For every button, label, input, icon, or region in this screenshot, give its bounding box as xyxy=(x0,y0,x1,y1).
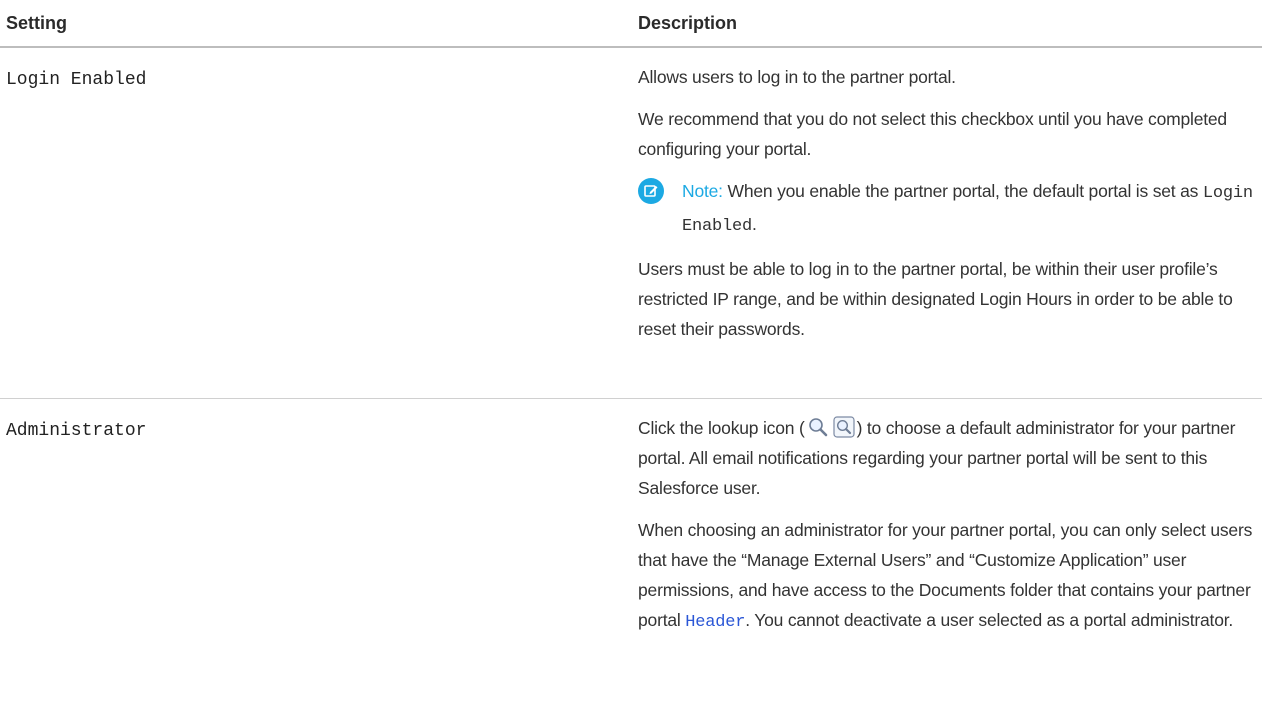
note-text: When you enable the partner portal, the … xyxy=(727,181,1203,201)
edit-pencil-icon xyxy=(638,178,664,204)
table-header: Setting Description xyxy=(0,0,1262,48)
description-paragraph: When choosing an administrator for your … xyxy=(638,515,1258,638)
table-row: Login Enabled Allows users to log in to … xyxy=(0,48,1262,399)
text-span: . You cannot deactivate a user selected … xyxy=(745,610,1234,630)
text-span: Click the lookup icon ( xyxy=(638,418,805,438)
header-link[interactable]: Header xyxy=(685,613,745,632)
header-description: Description xyxy=(638,13,738,33)
magnifier-button-icon[interactable] xyxy=(832,416,855,438)
description-cell: Allows users to log in to the partner po… xyxy=(638,62,1258,356)
note-callout: Note: When you enable the partner portal… xyxy=(638,176,1258,242)
description-paragraph: Allows users to log in to the partner po… xyxy=(638,67,956,87)
setting-name: Login Enabled xyxy=(6,70,147,90)
magnifier-icon[interactable] xyxy=(807,416,829,438)
note-label: Note: xyxy=(682,181,723,201)
description-paragraph: We recommend that you do not select this… xyxy=(638,109,1227,159)
header-setting: Setting xyxy=(6,13,67,33)
note-end: . xyxy=(752,214,757,234)
description-paragraph: Click the lookup icon ( ) to choose a de… xyxy=(638,413,1258,503)
description-paragraph: Users must be able to log in to the part… xyxy=(638,259,1233,339)
table-row: Administrator Click the lookup icon ( ) … xyxy=(0,399,1262,723)
description-cell: Click the lookup icon ( ) to choose a de… xyxy=(638,413,1258,650)
setting-name: Administrator xyxy=(6,421,147,441)
